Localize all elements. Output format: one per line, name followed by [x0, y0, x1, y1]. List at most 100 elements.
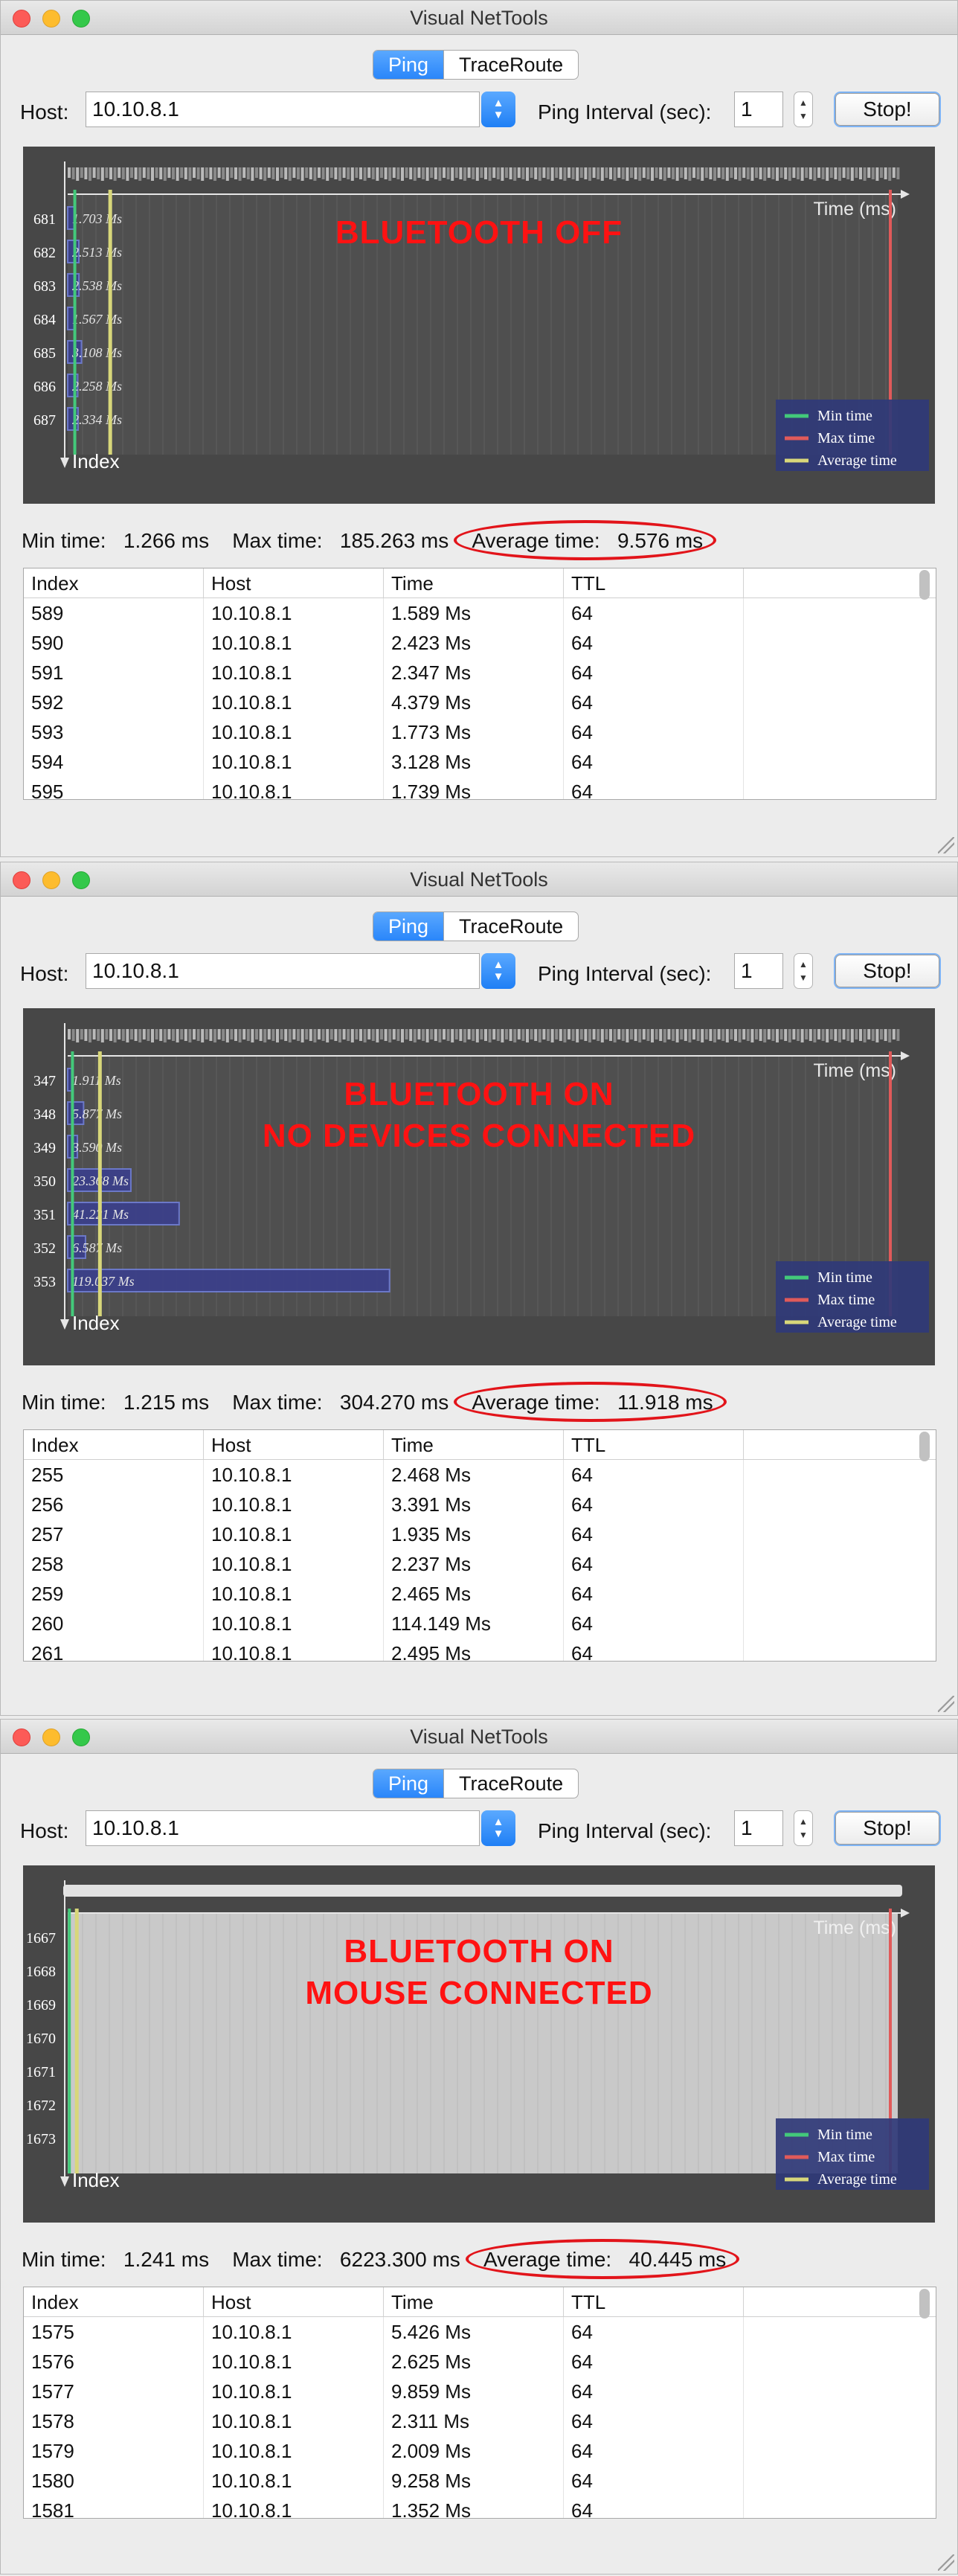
- resize-grip-icon[interactable]: [938, 1696, 954, 1712]
- table-row[interactable]: 1581 10.10.8.1 1.352 Ms 64: [24, 2496, 936, 2518]
- stepper-up-icon[interactable]: ▲: [799, 1815, 808, 1828]
- window-title: Visual NetTools: [410, 868, 548, 891]
- chevron-down-icon: ▼: [492, 970, 504, 983]
- strip-tick: [480, 167, 483, 178]
- y-tick-label: 353: [33, 1274, 56, 1290]
- strip-tick: [771, 1029, 775, 1041]
- ping-interval-stepper[interactable]: ▲ ▼: [794, 1810, 813, 1846]
- tab-ping[interactable]: Ping: [373, 912, 444, 941]
- title-bar[interactable]: Visual NetTools: [1, 1, 957, 35]
- title-bar[interactable]: Visual NetTools: [1, 862, 957, 897]
- table-row[interactable]: 1579 10.10.8.1 2.009 Ms 64: [24, 2436, 936, 2466]
- host-dropdown-button[interactable]: ▲ ▼: [481, 92, 515, 127]
- ping-results-table[interactable]: Index Host Time TTL 1575 10.10.8.1 5.426 M…: [23, 2287, 936, 2519]
- column-header-index[interactable]: Index: [24, 1430, 204, 1459]
- ping-interval-stepper[interactable]: ▲ ▼: [794, 92, 813, 127]
- ping-results-table[interactable]: Index Host Time TTL 255 10.10.8.1 2.468 Ms…: [23, 1429, 936, 1662]
- tab-traceroute[interactable]: TraceRoute: [443, 1769, 578, 1798]
- tab-ping[interactable]: Ping: [373, 1769, 444, 1798]
- stop-button[interactable]: Stop!: [835, 93, 939, 126]
- column-header-time[interactable]: Time: [384, 1430, 564, 1459]
- table-row[interactable]: 257 10.10.8.1 1.935 Ms 64: [24, 1519, 936, 1549]
- table-scrollbar[interactable]: [919, 2289, 930, 2319]
- column-header-host[interactable]: Host: [204, 1430, 384, 1459]
- strip-tick: [725, 1029, 729, 1042]
- host-input[interactable]: 10.10.8.1: [86, 1810, 480, 1846]
- column-header-time[interactable]: Time: [384, 2287, 564, 2316]
- table-row[interactable]: 594 10.10.8.1 3.128 Ms 64: [24, 747, 936, 777]
- strip-tick: [863, 167, 867, 181]
- table-row[interactable]: 592 10.10.8.1 4.379 Ms 64: [24, 688, 936, 717]
- column-header-ttl[interactable]: TTL: [564, 568, 744, 597]
- column-header-ttl[interactable]: TTL: [564, 1430, 744, 1459]
- resize-grip-icon[interactable]: [938, 2554, 954, 2571]
- column-header-host[interactable]: Host: [204, 568, 384, 597]
- stepper-down-icon[interactable]: ▼: [799, 971, 808, 984]
- column-header-ttl[interactable]: TTL: [564, 2287, 744, 2316]
- host-input[interactable]: 10.10.8.1: [86, 92, 480, 127]
- table-row[interactable]: 260 10.10.8.1 114.149 Ms 64: [24, 1609, 936, 1638]
- table-row[interactable]: 1575 10.10.8.1 5.426 Ms 64: [24, 2317, 936, 2347]
- strip-tick: [797, 1029, 800, 1041]
- table-cell: 64: [564, 2347, 744, 2377]
- table-cell: [744, 777, 936, 799]
- column-header-extra[interactable]: [744, 2287, 936, 2316]
- title-bar[interactable]: Visual NetTools: [1, 1720, 957, 1754]
- column-header-extra[interactable]: [744, 568, 936, 597]
- stop-button[interactable]: Stop!: [835, 1812, 939, 1845]
- table-cell: 64: [564, 1549, 744, 1579]
- tab-ping[interactable]: Ping: [373, 51, 444, 79]
- strip-tick: [321, 167, 325, 179]
- tab-traceroute[interactable]: TraceRoute: [443, 51, 578, 79]
- table-row[interactable]: 256 10.10.8.1 3.391 Ms 64: [24, 1490, 936, 1519]
- table-row[interactable]: 595 10.10.8.1 1.739 Ms 64: [24, 777, 936, 799]
- stepper-down-icon[interactable]: ▼: [799, 1828, 808, 1842]
- host-input[interactable]: 10.10.8.1: [86, 953, 480, 989]
- table-row[interactable]: 1580 10.10.8.1 9.258 Ms 64: [24, 2466, 936, 2496]
- table-row[interactable]: 258 10.10.8.1 2.237 Ms 64: [24, 1549, 936, 1579]
- column-header-extra[interactable]: [744, 1430, 936, 1459]
- ping-interval-stepper[interactable]: ▲ ▼: [794, 953, 813, 989]
- resize-grip-icon[interactable]: [938, 837, 954, 853]
- ping-results-table[interactable]: Index Host Time TTL 589 10.10.8.1 1.589 Ms…: [23, 568, 936, 800]
- stop-button[interactable]: Stop!: [835, 955, 939, 987]
- ping-interval-input[interactable]: 1: [734, 953, 783, 989]
- strip-tick: [217, 167, 221, 178]
- tab-traceroute[interactable]: TraceRoute: [443, 912, 578, 941]
- table-row[interactable]: 590 10.10.8.1 2.423 Ms 64: [24, 628, 936, 658]
- table-row[interactable]: 261 10.10.8.1 2.495 Ms 64: [24, 1638, 936, 1661]
- table-row[interactable]: 1577 10.10.8.1 9.859 Ms 64: [24, 2377, 936, 2406]
- table-row[interactable]: 589 10.10.8.1 1.589 Ms 64: [24, 598, 936, 628]
- ping-interval-input[interactable]: 1: [734, 92, 783, 127]
- strip-tick: [684, 167, 687, 179]
- table-cell: 2.625 Ms: [384, 2347, 564, 2377]
- stepper-up-icon[interactable]: ▲: [799, 958, 808, 971]
- table-scrollbar[interactable]: [919, 570, 930, 600]
- legend-entry: Max time: [817, 2149, 875, 2165]
- strip-tick: [121, 167, 125, 179]
- table-cell: 257: [24, 1519, 204, 1549]
- stepper-down-icon[interactable]: ▼: [799, 109, 808, 123]
- strip-tick: [617, 1029, 621, 1039]
- host-dropdown-button[interactable]: ▲ ▼: [481, 1810, 515, 1846]
- column-header-host[interactable]: Host: [204, 2287, 384, 2316]
- strip-tick: [688, 1029, 692, 1042]
- ping-interval-label: Ping Interval (sec):: [538, 1819, 712, 1842]
- column-header-time[interactable]: Time: [384, 568, 564, 597]
- table-row[interactable]: 255 10.10.8.1 2.468 Ms 64: [24, 1460, 936, 1490]
- y-tick-label: 683: [33, 278, 56, 295]
- table-row[interactable]: 259 10.10.8.1 2.465 Ms 64: [24, 1579, 936, 1609]
- ping-interval-input[interactable]: 1: [734, 1810, 783, 1846]
- column-header-index[interactable]: Index: [24, 568, 204, 597]
- column-header-index[interactable]: Index: [24, 2287, 204, 2316]
- stepper-up-icon[interactable]: ▲: [799, 96, 808, 109]
- strip-tick: [163, 167, 167, 181]
- strip-tick: [675, 167, 679, 181]
- table-row[interactable]: 591 10.10.8.1 2.347 Ms 64: [24, 658, 936, 688]
- strip-tick: [68, 1029, 71, 1039]
- table-scrollbar[interactable]: [919, 1432, 930, 1461]
- table-row[interactable]: 1578 10.10.8.1 2.311 Ms 64: [24, 2406, 936, 2436]
- table-row[interactable]: 1576 10.10.8.1 2.625 Ms 64: [24, 2347, 936, 2377]
- table-row[interactable]: 593 10.10.8.1 1.773 Ms 64: [24, 717, 936, 747]
- host-dropdown-button[interactable]: ▲ ▼: [481, 953, 515, 989]
